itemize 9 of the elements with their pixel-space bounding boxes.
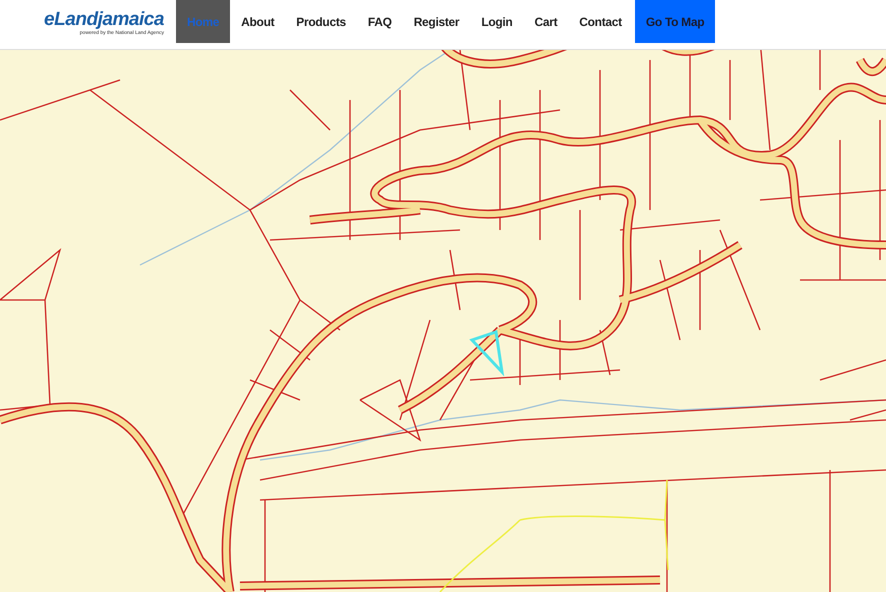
nav-link[interactable]: Register [402, 0, 470, 43]
nav-link[interactable]: Cart [523, 0, 568, 43]
nav-link[interactable]: Products [285, 0, 357, 43]
nav-link[interactable]: Contact [568, 0, 633, 43]
nav-link[interactable]: About [230, 0, 286, 43]
go-to-map-button[interactable]: Go To Map [634, 0, 716, 43]
nav-link[interactable]: FAQ [356, 0, 403, 43]
logo-text[interactable]: eLandjamaica [44, 10, 164, 30]
nav-link[interactable]: Login [470, 0, 524, 43]
